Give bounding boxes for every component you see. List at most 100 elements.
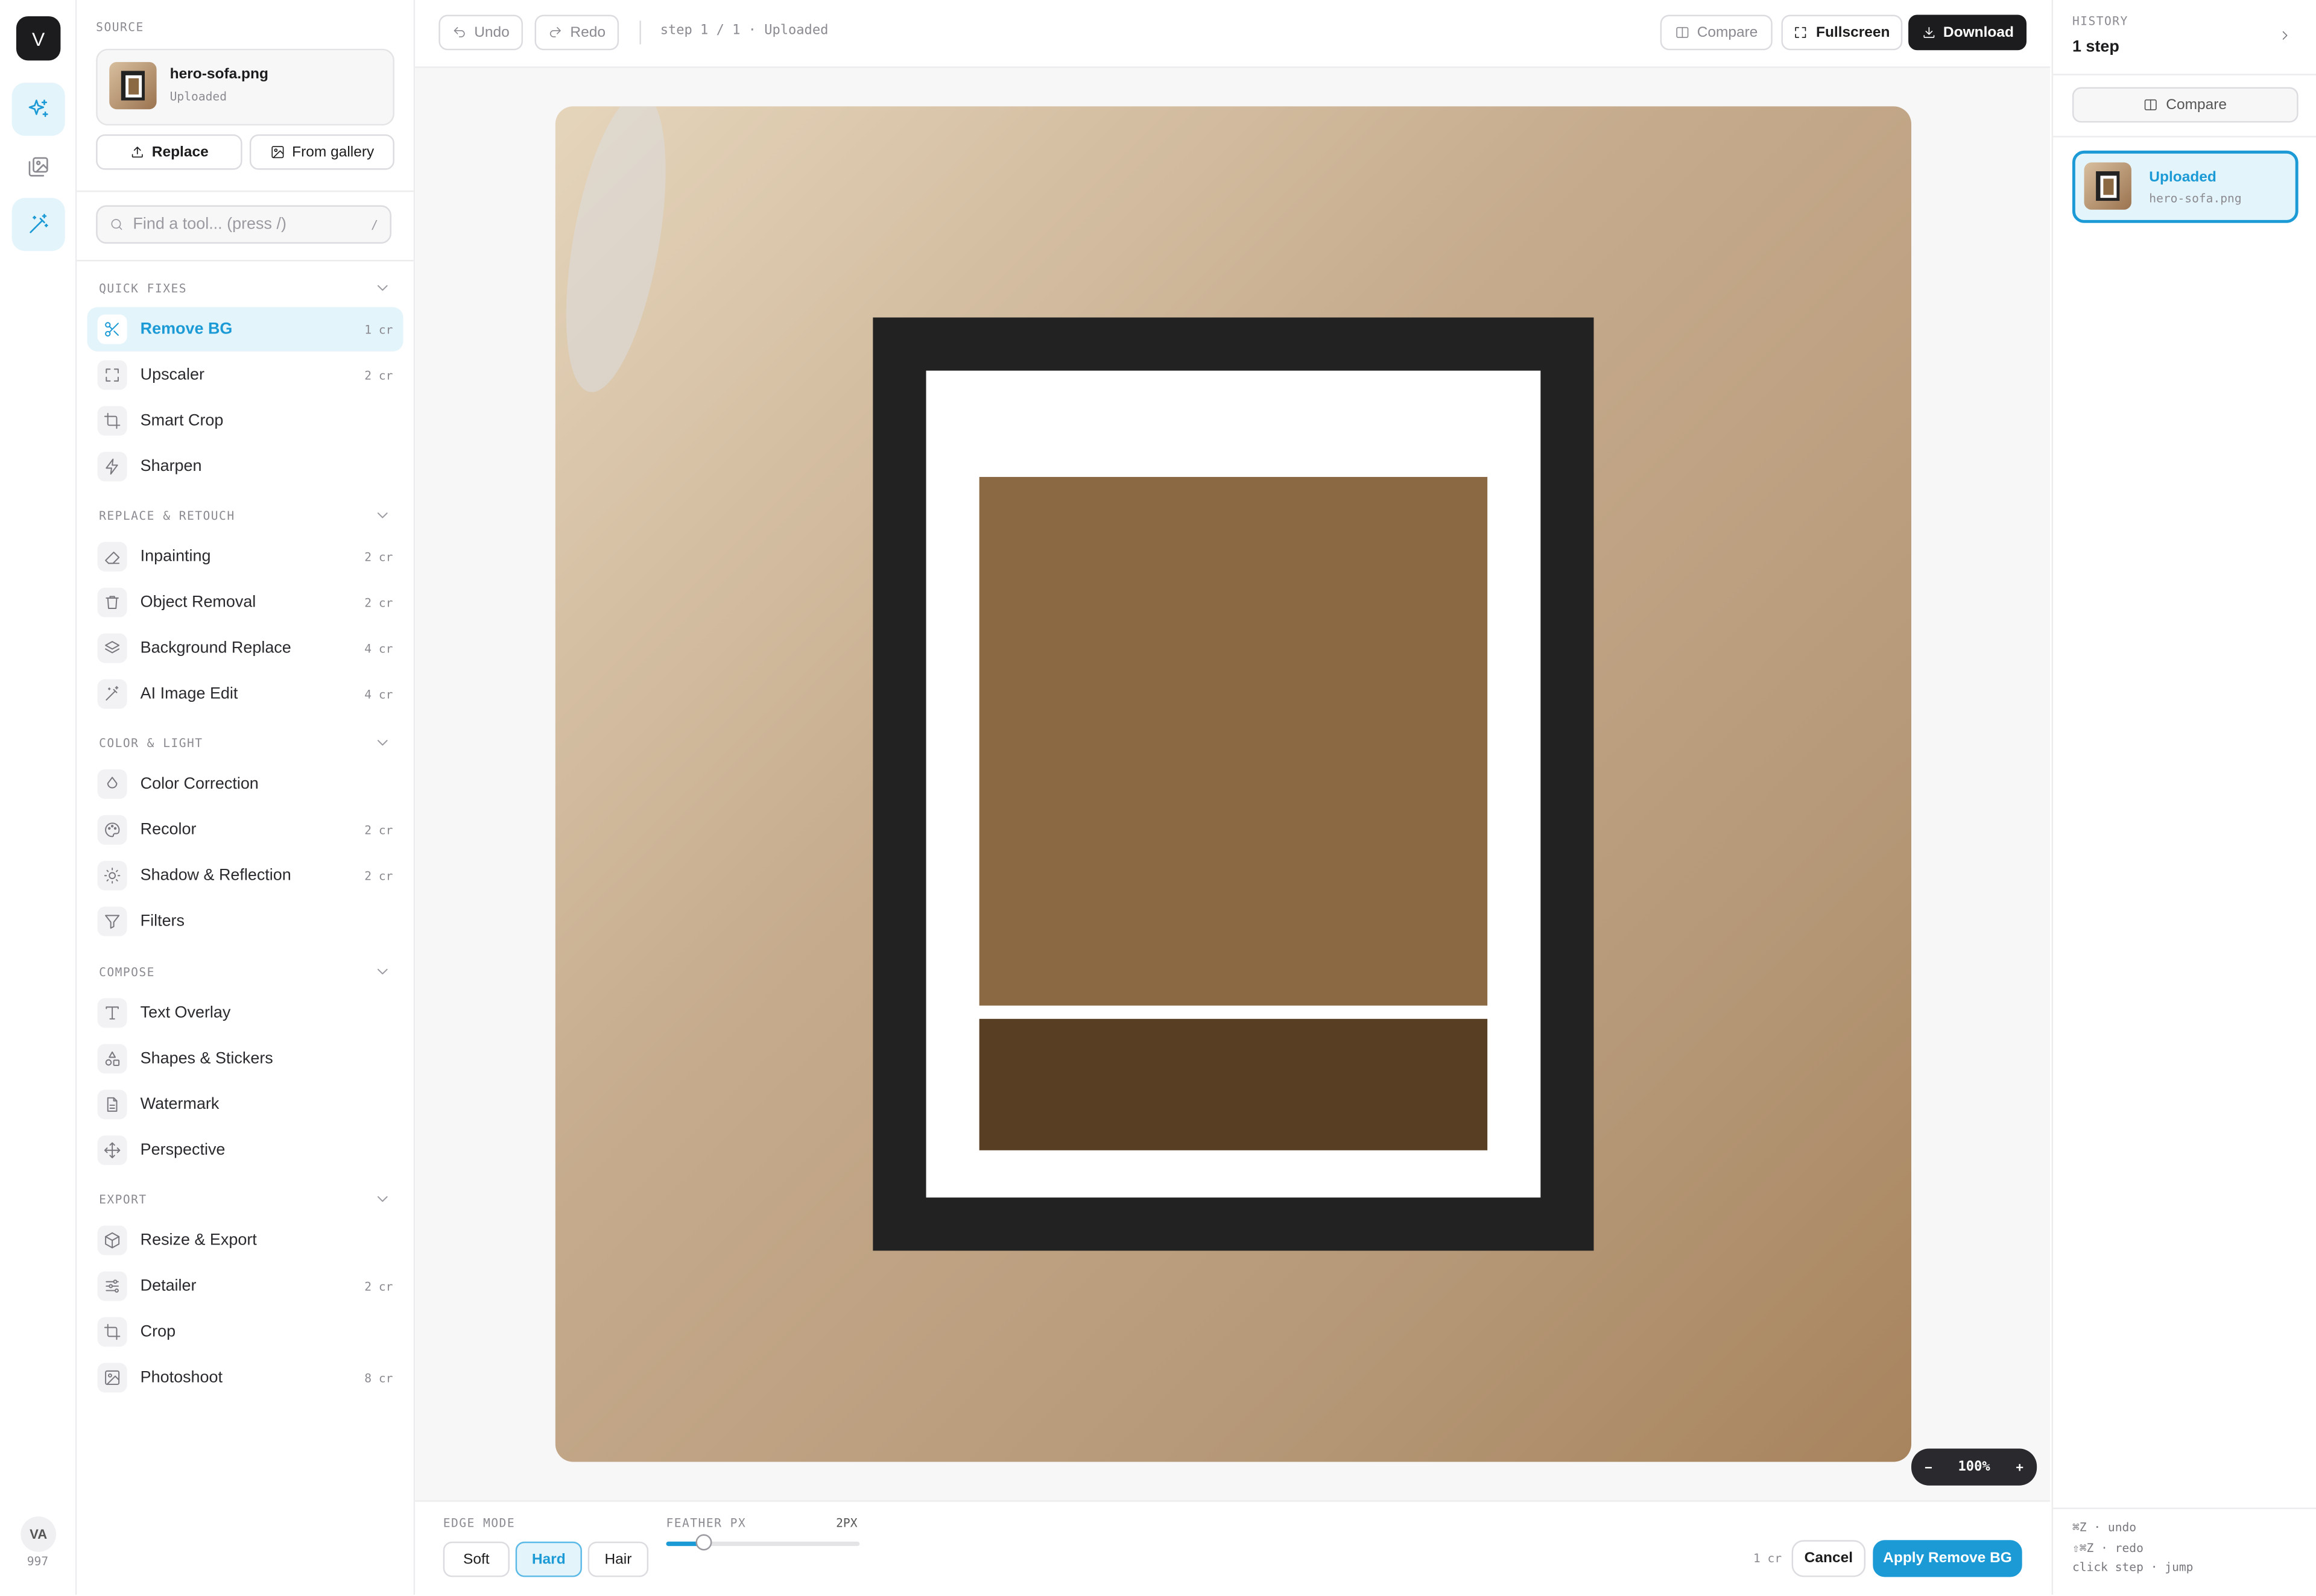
zoom-out-button[interactable]: − — [1925, 1460, 1932, 1474]
divider — [2053, 136, 2316, 137]
edge-mode-soft[interactable]: Soft — [443, 1541, 510, 1577]
step-indicator: step 1 / 1 · Uploaded — [660, 24, 829, 39]
trash-icon — [106, 596, 119, 609]
chevron-down-icon — [377, 1196, 388, 1202]
undo-icon — [454, 27, 465, 37]
history-step-thumbnail — [2084, 162, 2131, 210]
app-window: V VA 997 SOURCE hero-sofa.png Uploaded R… — [0, 0, 2316, 1596]
tool-object-removal[interactable]: Object Removal 2 cr — [87, 580, 403, 624]
group-header-export[interactable]: EXPORT — [99, 1190, 391, 1208]
divider — [2053, 1507, 2316, 1509]
tool-perspective[interactable]: Perspective — [87, 1128, 403, 1172]
tool-background-replace[interactable]: Background Replace 4 cr — [87, 626, 403, 670]
expand-icon — [106, 368, 119, 382]
sliders-icon — [106, 1279, 119, 1293]
tool-upscaler[interactable]: Upscaler 2 cr — [87, 353, 403, 397]
history-step[interactable]: Uploaded hero-sofa.png — [2072, 150, 2299, 223]
move-icon — [104, 1142, 121, 1158]
history-panel: HISTORY 1 step Compare Uploaded hero-sof… — [2051, 0, 2316, 1595]
chevron-right-icon[interactable] — [2277, 28, 2292, 43]
feather-slider[interactable] — [666, 1534, 860, 1551]
droplet-icon — [107, 777, 118, 789]
crop-icon — [104, 1323, 121, 1340]
tool-smart-crop[interactable]: Smart Crop — [87, 399, 403, 443]
tool-text-overlay[interactable]: Text Overlay — [87, 991, 403, 1035]
fullscreen-icon — [1796, 27, 1807, 38]
zoom-control: − 100% + — [1911, 1448, 2037, 1486]
replace-button[interactable]: Replace — [96, 134, 242, 170]
editor-main: Undo Redo step 1 / 1 · Uploaded Compare … — [415, 0, 2051, 1596]
group-header-replace-retouch[interactable]: REPLACE & RETOUCH — [99, 506, 391, 524]
credits-balance: 997 — [27, 1554, 49, 1568]
tool-shadow-reflection[interactable]: Shadow & Reflection 2 cr — [87, 854, 403, 898]
tool-sharpen[interactable]: Sharpen — [87, 444, 403, 488]
tool-resize-export[interactable]: Resize & Export — [87, 1218, 403, 1262]
apply-cost: 1 cr — [1753, 1551, 1782, 1565]
search-icon — [111, 219, 122, 230]
compare-icon — [2145, 99, 2157, 110]
from-gallery-button[interactable]: From gallery — [249, 134, 394, 170]
feather-label: FEATHER PX — [666, 1516, 747, 1530]
icon-rail: V VA 997 — [0, 0, 77, 1595]
tool-remove-bg[interactable]: Remove BG 1 cr — [87, 307, 403, 352]
tool-color-correction[interactable]: Color Correction — [87, 762, 403, 806]
group-header-color-light[interactable]: COLOR & LIGHT — [99, 734, 391, 751]
tool-ai-image-edit[interactable]: AI Image Edit 4 cr — [87, 672, 403, 716]
palette-icon — [105, 822, 120, 837]
apply-remove-bg-button[interactable]: Apply Remove BG — [1873, 1540, 2022, 1577]
redo-button[interactable]: Redo — [534, 14, 619, 51]
edge-mode-hair[interactable]: Hair — [587, 1541, 649, 1577]
group-header-quick-fixes[interactable]: QUICK FIXES — [99, 279, 391, 297]
sun-icon — [104, 868, 121, 884]
rail-gallery-button[interactable] — [12, 140, 65, 194]
filter-icon — [105, 915, 120, 929]
tool-photoshoot[interactable]: Photoshoot 8 cr — [87, 1355, 403, 1399]
zoom-in-button[interactable]: + — [2016, 1460, 2023, 1474]
sparkles-icon — [28, 99, 48, 117]
bolt-icon — [106, 458, 118, 475]
source-card: hero-sofa.png Uploaded — [96, 48, 394, 126]
download-button[interactable]: Download — [1908, 14, 2027, 51]
divider — [77, 260, 414, 262]
frame-mat — [926, 370, 1541, 1198]
source-thumbnail — [109, 62, 157, 110]
download-icon — [1923, 27, 1934, 38]
history-compare-button[interactable]: Compare — [2072, 87, 2299, 123]
edge-mode-hard[interactable]: Hard — [515, 1541, 582, 1577]
tool-inpainting[interactable]: Inpainting 2 cr — [87, 535, 403, 579]
tool-recolor[interactable]: Recolor 2 cr — [87, 808, 403, 852]
tool-crop[interactable]: Crop — [87, 1310, 403, 1354]
crop-icon — [104, 412, 121, 429]
app-logo[interactable]: V — [16, 16, 61, 61]
rail-enhance-button[interactable] — [11, 83, 65, 136]
tool-watermark[interactable]: Watermark — [87, 1082, 403, 1126]
history-count: 1 step — [2072, 38, 2119, 57]
artwork-panel — [979, 477, 1488, 1006]
chevron-down-icon — [377, 740, 388, 746]
image-canvas[interactable] — [555, 106, 1912, 1462]
shapes-icon — [105, 1051, 120, 1066]
compare-button[interactable]: Compare — [1660, 14, 1773, 51]
tool-filters[interactable]: Filters — [87, 899, 403, 943]
history-step-title: Uploaded — [2149, 169, 2216, 186]
tool-search-input[interactable]: Find a tool... (press /) / — [96, 205, 391, 244]
rail-edit-button[interactable] — [11, 198, 65, 251]
fullscreen-button[interactable]: Fullscreen — [1781, 14, 1903, 51]
divider — [77, 190, 414, 192]
shortcut-redo: ⇧⌘Z · redo — [2072, 1541, 2144, 1555]
picture-frame — [873, 317, 1594, 1251]
chevron-down-icon — [377, 968, 388, 975]
tool-shapes-stickers[interactable]: Shapes & Stickers — [87, 1036, 403, 1080]
upload-icon — [131, 147, 143, 158]
shortcut-jump: click step · jump — [2072, 1560, 2194, 1574]
group-header-compose[interactable]: COMPOSE — [99, 963, 391, 980]
undo-button[interactable]: Undo — [438, 14, 523, 51]
cancel-button[interactable]: Cancel — [1791, 1540, 1866, 1577]
feather-value: 2PX — [836, 1516, 858, 1530]
gallery-icon — [28, 157, 48, 177]
tool-detailer[interactable]: Detailer 2 cr — [87, 1264, 403, 1308]
source-filename: hero-sofa.png — [169, 66, 268, 83]
user-avatar[interactable]: VA — [21, 1516, 57, 1552]
image-icon — [105, 1370, 120, 1385]
compare-icon — [1676, 27, 1689, 38]
